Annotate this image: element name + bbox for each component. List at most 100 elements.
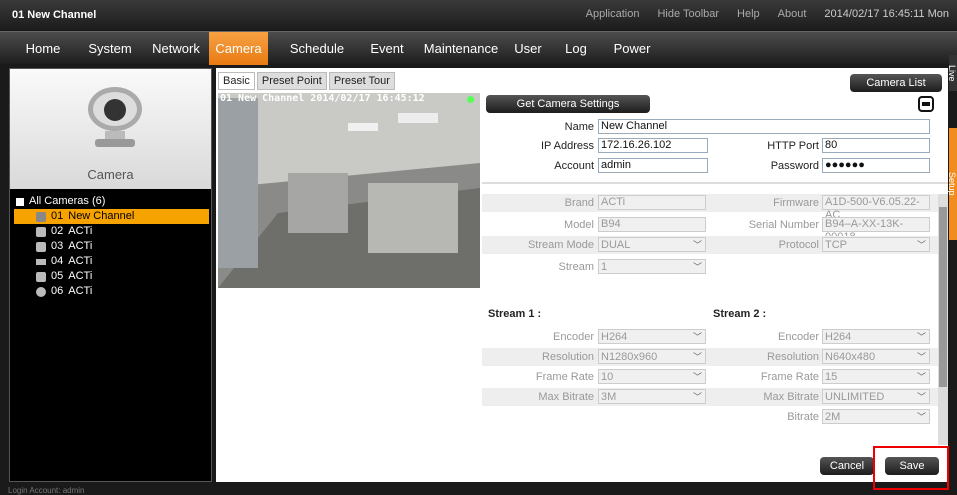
- stream-select[interactable]: 1 ﹀: [598, 259, 706, 274]
- side-tab-live[interactable]: Live: [947, 55, 957, 91]
- stream1-resolution-label: Resolution: [542, 351, 594, 363]
- tree-camera-03[interactable]: 03 ACTi: [14, 239, 209, 254]
- camera-name: ACTi: [68, 240, 93, 252]
- stream2-bitrate-select[interactable]: 2M ﹀: [822, 409, 930, 424]
- vertical-scrollbar[interactable]: [938, 194, 948, 445]
- protocol-value: TCP: [825, 239, 847, 251]
- serial-number-field: B94–A-XX-13K-00018: [822, 217, 930, 243]
- menu-home[interactable]: Home: [18, 32, 68, 65]
- menu-network[interactable]: Network: [145, 32, 207, 65]
- login-status: Login Account: admin: [8, 486, 85, 495]
- firmware-label: Firmware: [773, 197, 819, 209]
- tab-preset-tour[interactable]: Preset Tour: [328, 72, 395, 90]
- title-bar: 01 New Channel Application Hide Toolbar …: [0, 0, 957, 30]
- collapse-panel-icon[interactable]: [918, 96, 934, 112]
- menu-log[interactable]: Log: [556, 32, 596, 65]
- ip-address-label: IP Address: [541, 140, 594, 152]
- settings-tabs: Basic Preset Point Preset Tour: [218, 72, 395, 90]
- stream1-max-bitrate-select[interactable]: 3M ﹀: [598, 389, 706, 404]
- camera-small-icon: [36, 226, 46, 237]
- camera-small-icon: [36, 271, 46, 282]
- stream-mode-select[interactable]: DUAL ﹀: [598, 237, 706, 252]
- link-help[interactable]: Help: [737, 8, 760, 20]
- camera-sidebar: Camera All Cameras (6) 01 New Channel 02…: [9, 68, 212, 482]
- stream1-resolution-select[interactable]: N1280x960 ﹀: [598, 349, 706, 364]
- tab-basic[interactable]: Basic: [218, 72, 255, 90]
- stream2-frame-rate-select[interactable]: 15 ﹀: [822, 369, 930, 384]
- top-links: Application Hide Toolbar Help About 2014…: [586, 8, 949, 20]
- tab-preset-point[interactable]: Preset Point: [256, 72, 327, 90]
- stream1-resolution-value: N1280x960: [601, 351, 658, 363]
- stream1-max-bitrate-label: Max Bitrate: [538, 391, 594, 403]
- menu-camera[interactable]: Camera: [209, 32, 268, 65]
- stream-mode-value: DUAL: [601, 239, 631, 251]
- stream2-encoder-select[interactable]: H264 ﹀: [822, 329, 930, 344]
- tree-camera-04[interactable]: 04 ACTi: [14, 254, 209, 269]
- main-menu: Home System Network Camera Schedule Even…: [0, 31, 957, 65]
- collapse-icon[interactable]: [16, 197, 24, 206]
- divider: [482, 182, 948, 184]
- stream2-frame-rate-value: 15: [825, 371, 838, 383]
- stream2-resolution-select[interactable]: N640x480 ﹀: [822, 349, 930, 364]
- side-tab-setup[interactable]: Setup: [947, 128, 957, 240]
- stream1-title: Stream 1 :: [488, 308, 542, 320]
- camera-id: 02: [51, 225, 64, 237]
- protocol-select[interactable]: TCP ﹀: [822, 237, 930, 252]
- link-hide-toolbar[interactable]: Hide Toolbar: [657, 8, 719, 20]
- camera-name: ACTi: [68, 255, 93, 267]
- stream2-max-bitrate-label: Max Bitrate: [763, 391, 819, 403]
- password-field[interactable]: ●●●●●●: [822, 158, 930, 173]
- cancel-button[interactable]: Cancel: [820, 457, 874, 475]
- chevron-down-icon: ﹀: [916, 332, 926, 342]
- stream1-encoder-label: Encoder: [553, 331, 594, 343]
- tree-camera-01[interactable]: 01 New Channel: [14, 209, 209, 224]
- menu-schedule[interactable]: Schedule: [284, 32, 350, 65]
- stream-mode-label: Stream Mode: [527, 239, 594, 251]
- get-camera-settings-button[interactable]: Get Camera Settings: [486, 95, 650, 113]
- link-about[interactable]: About: [778, 8, 807, 20]
- camera-list-button[interactable]: Camera List: [850, 74, 942, 92]
- model-field: B94: [598, 217, 706, 232]
- stream2-max-bitrate-select[interactable]: UNLIMITED ﹀: [822, 389, 930, 404]
- menu-event[interactable]: Event: [362, 32, 412, 65]
- stream2-bitrate-value: 2M: [825, 411, 841, 423]
- stream1-encoder-value: H264: [601, 331, 628, 343]
- stream-label: Stream: [558, 261, 594, 273]
- stream2-encoder-value: H264: [825, 331, 852, 343]
- tree-camera-06[interactable]: 06 ACTi: [14, 284, 209, 299]
- menu-maintenance[interactable]: Maintenance: [418, 32, 504, 65]
- camera-preview[interactable]: 01 New Channel 2014/02/17 16:45:12: [218, 93, 480, 288]
- preview-overlay-text: 01 New Channel 2014/02/17 16:45:12: [220, 93, 425, 104]
- menu-system[interactable]: System: [80, 32, 140, 65]
- brand-field: ACTi: [598, 195, 706, 210]
- link-application[interactable]: Application: [586, 8, 640, 20]
- menu-power[interactable]: Power: [606, 32, 658, 65]
- account-field[interactable]: admin: [598, 158, 708, 173]
- serial-number-label: Serial Number: [748, 219, 819, 231]
- stream1-frame-rate-select[interactable]: 10 ﹀: [598, 369, 706, 384]
- tree-camera-05[interactable]: 05 ACTi: [14, 269, 209, 284]
- chevron-down-icon: ﹀: [916, 392, 926, 402]
- camera-small-icon: [36, 241, 46, 252]
- name-label: Name: [564, 121, 594, 133]
- chevron-down-icon: ﹀: [692, 332, 702, 342]
- menu-user[interactable]: User: [508, 32, 548, 65]
- camera-id: 05: [51, 270, 64, 282]
- model-label: Model: [564, 219, 594, 231]
- camera-name: ACTi: [68, 225, 93, 237]
- stream2-encoder-label: Encoder: [778, 331, 819, 343]
- ip-address-field[interactable]: 172.16.26.102: [598, 138, 708, 153]
- http-port-field[interactable]: 80: [822, 138, 930, 153]
- tree-root[interactable]: All Cameras (6): [14, 194, 209, 209]
- camera-name: ACTi: [68, 270, 93, 282]
- stream1-max-bitrate-value: 3M: [601, 391, 617, 403]
- tree-camera-02[interactable]: 02 ACTi: [14, 224, 209, 239]
- chevron-down-icon: ﹀: [692, 392, 702, 402]
- camera-header: Camera: [10, 69, 211, 189]
- protocol-label: Protocol: [778, 239, 819, 251]
- stream1-encoder-select[interactable]: H264 ﹀: [598, 329, 706, 344]
- name-field[interactable]: New Channel: [598, 119, 930, 134]
- chevron-down-icon: ﹀: [692, 372, 702, 382]
- chevron-down-icon: ﹀: [692, 352, 702, 362]
- scrollbar-thumb[interactable]: [939, 207, 947, 387]
